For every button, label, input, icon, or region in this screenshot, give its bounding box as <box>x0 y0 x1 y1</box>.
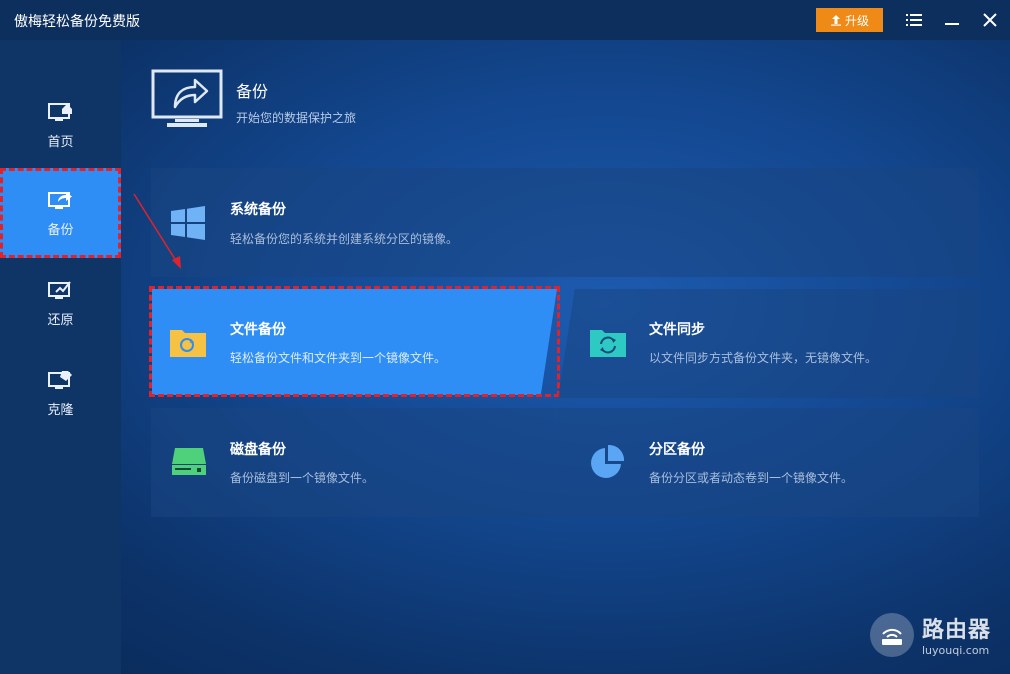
minimize-icon[interactable] <box>942 10 962 30</box>
file-sync-card[interactable]: 文件同步 以文件同步方式备份文件夹，无镜像文件。 <box>558 289 979 398</box>
backup-monitor-icon <box>47 191 72 209</box>
watermark: 路由器 luyouqi.com <box>870 612 991 657</box>
page-title: 备份 <box>236 82 269 101</box>
file-backup-card[interactable]: 文件备份 轻松备份文件和文件夹到一个镜像文件。 <box>152 289 557 395</box>
sidebar-item-home[interactable]: 首页 <box>0 80 121 170</box>
upgrade-button[interactable]: 升级 <box>816 8 883 32</box>
card-desc: 备份分区或者动态卷到一个镜像文件。 <box>649 471 854 485</box>
sidebar-item-label: 克隆 <box>47 402 74 418</box>
sidebar-item-restore[interactable]: 还原 <box>0 258 121 348</box>
menu-icon[interactable] <box>904 10 924 30</box>
sidebar-item-label: 还原 <box>47 312 74 328</box>
backup-monitor-large-icon <box>151 69 223 127</box>
upgrade-arrow-icon <box>830 15 841 26</box>
router-logo-icon <box>870 612 914 657</box>
folder-sync-icon <box>590 330 626 357</box>
card-title: 分区备份 <box>649 442 705 458</box>
partition-backup-card[interactable]: 分区备份 备份分区或者动态卷到一个镜像文件。 <box>540 408 979 517</box>
app-window: 傲梅轻松备份免费版 升级 首页 备份 还原 克隆 备份 开始您的数据保护之旅 系… <box>0 0 1010 674</box>
sidebar: 首页 备份 还原 克隆 <box>0 40 121 674</box>
sidebar-item-clone[interactable]: 克隆 <box>0 348 121 438</box>
folder-refresh-icon <box>170 330 206 357</box>
card-desc: 以文件同步方式备份文件夹，无镜像文件。 <box>649 351 878 365</box>
card-title: 磁盘备份 <box>230 442 286 458</box>
sidebar-item-label: 首页 <box>47 134 74 150</box>
card-title: 文件同步 <box>649 322 705 338</box>
card-desc: 备份磁盘到一个镜像文件。 <box>230 471 375 485</box>
clone-monitor-icon <box>47 370 72 389</box>
sidebar-item-backup[interactable]: 备份 <box>0 168 121 258</box>
card-desc: 轻松备份文件和文件夹到一个镜像文件。 <box>230 351 447 365</box>
restore-monitor-icon <box>47 280 71 299</box>
page-subtitle: 开始您的数据保护之旅 <box>236 111 357 125</box>
pie-chart-icon <box>591 444 625 478</box>
app-title: 傲梅轻松备份免费版 <box>14 14 140 30</box>
disk-icon <box>172 448 206 475</box>
annotation-arrow-icon <box>133 193 181 269</box>
disk-backup-card[interactable]: 磁盘备份 备份磁盘到一个镜像文件。 <box>151 408 557 517</box>
card-title: 文件备份 <box>230 322 286 338</box>
close-icon[interactable] <box>980 10 1000 30</box>
watermark-domain: luyouqi.com <box>922 644 990 657</box>
watermark-name: 路由器 <box>922 618 992 643</box>
home-monitor-icon <box>47 102 72 121</box>
card-title: 系统备份 <box>230 202 286 218</box>
system-backup-card[interactable]: 系统备份 轻松备份您的系统并创建系统分区的镜像。 <box>151 168 979 277</box>
sidebar-item-label: 备份 <box>47 222 74 238</box>
card-desc: 轻松备份您的系统并创建系统分区的镜像。 <box>230 232 459 246</box>
title-bar: 傲梅轻松备份免费版 升级 <box>0 0 1010 40</box>
upgrade-label: 升级 <box>844 13 869 28</box>
